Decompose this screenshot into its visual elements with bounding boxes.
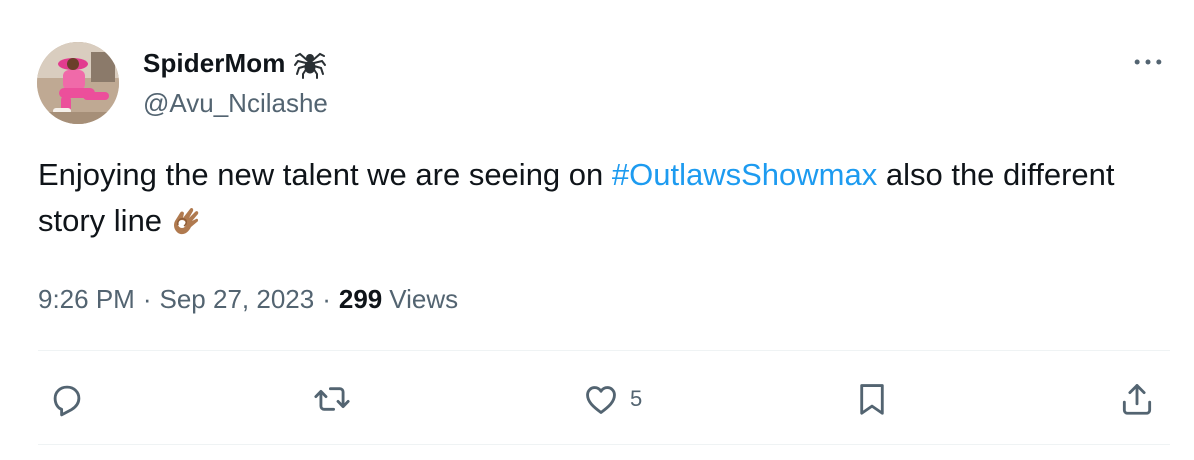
ok-hand-emoji-icon <box>168 203 204 239</box>
share-icon <box>1122 384 1152 415</box>
hashtag-link[interactable]: #OutlawsShowmax <box>612 157 877 192</box>
avatar[interactable] <box>37 42 119 124</box>
retweet-icon <box>314 387 350 411</box>
reply-icon <box>53 385 81 417</box>
share-button[interactable] <box>1118 378 1156 420</box>
display-name[interactable]: SpiderMom <box>143 48 285 79</box>
meta-separator: · <box>322 283 331 314</box>
reply-button[interactable] <box>48 378 86 420</box>
like-count: 5 <box>630 386 643 411</box>
views-label: Views <box>389 283 459 314</box>
tweet-time[interactable]: 9:26 PM <box>38 284 135 315</box>
avatar-image <box>37 42 119 124</box>
meta-separator: · <box>142 283 152 314</box>
tweet-date[interactable]: Sep 27, 2023 <box>160 284 315 315</box>
heart-icon <box>586 386 616 414</box>
tweet-text: Enjoying the new talent we are seeing on… <box>38 152 1158 244</box>
display-name-row[interactable]: SpiderMom <box>143 46 327 80</box>
divider <box>38 350 1170 351</box>
retweet-button[interactable] <box>313 378 351 420</box>
tweet-text-before: Enjoying the new talent we are seeing on <box>38 157 612 192</box>
views-count: 299 <box>338 283 383 314</box>
bookmark-icon <box>860 384 884 415</box>
bookmark-button[interactable] <box>853 378 891 420</box>
tweet-card: SpiderMom @Avu_Ncilashe Enjoying the new… <box>0 0 1194 460</box>
like-button[interactable]: 5 <box>582 378 642 420</box>
more-options-button[interactable] <box>1130 48 1166 76</box>
user-handle[interactable]: @Avu_Ncilashe <box>143 88 328 119</box>
more-dots-icon <box>1134 59 1162 65</box>
spider-emoji-icon <box>293 46 327 80</box>
tweet-meta: 9:26 PM · Sep 27, 2023 · 299 Views <box>38 281 458 317</box>
divider <box>38 444 1170 445</box>
